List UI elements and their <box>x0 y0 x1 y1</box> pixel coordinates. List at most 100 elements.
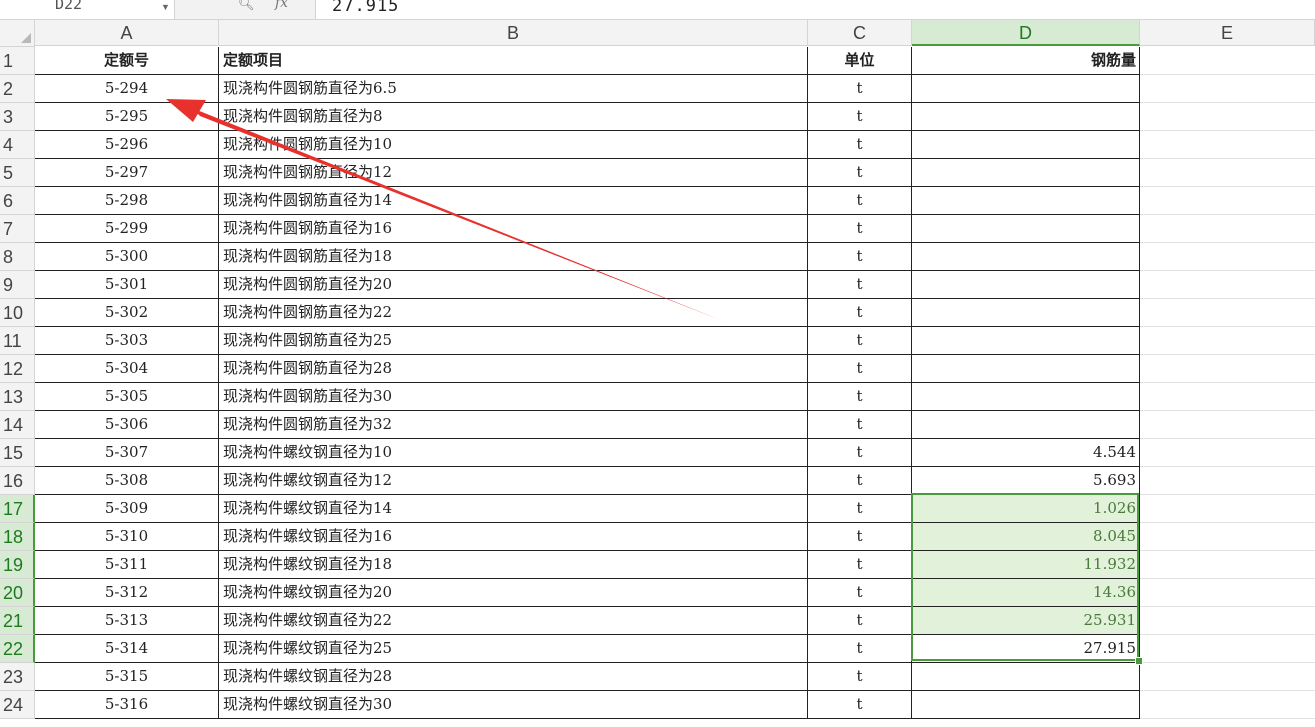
cell-c[interactable]: t <box>808 75 912 103</box>
row-header[interactable]: 16 <box>0 467 35 495</box>
cell-c[interactable]: t <box>808 131 912 159</box>
cell-b[interactable]: 现浇构件圆钢筋直径为28 <box>219 355 808 383</box>
cell-a[interactable]: 5-310 <box>35 523 219 551</box>
row-header[interactable]: 5 <box>0 159 35 187</box>
cell-b[interactable]: 现浇构件圆钢筋直径为20 <box>219 271 808 299</box>
row-header[interactable]: 1 <box>0 47 35 75</box>
cell-e[interactable] <box>1140 243 1315 271</box>
row-header[interactable]: 11 <box>0 327 35 355</box>
cell-c[interactable]: t <box>808 187 912 215</box>
cell-d[interactable]: 27.915 <box>912 635 1140 663</box>
cell-b[interactable]: 现浇构件圆钢筋直径为14 <box>219 187 808 215</box>
row-header[interactable]: 3 <box>0 103 35 131</box>
cell-a[interactable]: 5-306 <box>35 411 219 439</box>
cell-e[interactable] <box>1140 383 1315 411</box>
cell-c[interactable]: t <box>808 383 912 411</box>
cell-a[interactable]: 5-301 <box>35 271 219 299</box>
cell-e[interactable] <box>1140 551 1315 579</box>
cell-e[interactable] <box>1140 691 1315 719</box>
fx-icon[interactable]: fx <box>275 0 288 11</box>
row-header[interactable]: 4 <box>0 131 35 159</box>
row-header[interactable]: 2 <box>0 75 35 103</box>
cell-c[interactable]: t <box>808 551 912 579</box>
row-header[interactable]: 14 <box>0 411 35 439</box>
cell-c[interactable]: t <box>808 271 912 299</box>
cell-a[interactable]: 5-298 <box>35 187 219 215</box>
cell-e[interactable] <box>1140 103 1315 131</box>
cell-b[interactable]: 现浇构件圆钢筋直径为32 <box>219 411 808 439</box>
chevron-down-icon[interactable]: ▼ <box>161 2 170 12</box>
row-header[interactable]: 22 <box>0 635 35 663</box>
cell-e[interactable] <box>1140 607 1315 635</box>
cell-c[interactable]: t <box>808 243 912 271</box>
cell-b[interactable]: 现浇构件螺纹钢直径为25 <box>219 635 808 663</box>
cell-e[interactable] <box>1140 187 1315 215</box>
cell-d[interactable]: 14.36 <box>912 579 1140 607</box>
cell-a[interactable]: 5-308 <box>35 467 219 495</box>
column-header-c[interactable]: C <box>808 20 912 46</box>
cell-d[interactable] <box>912 271 1140 299</box>
cell-b[interactable]: 定额项目 <box>219 47 808 75</box>
cell-d[interactable] <box>912 131 1140 159</box>
cell-e[interactable] <box>1140 159 1315 187</box>
cell-b[interactable]: 现浇构件圆钢筋直径为8 <box>219 103 808 131</box>
cell-c[interactable]: t <box>808 159 912 187</box>
column-header-e[interactable]: E <box>1140 20 1315 46</box>
row-header[interactable]: 15 <box>0 439 35 467</box>
cell-a[interactable]: 5-295 <box>35 103 219 131</box>
cell-e[interactable] <box>1140 467 1315 495</box>
cell-a[interactable]: 5-302 <box>35 299 219 327</box>
row-header[interactable]: 9 <box>0 271 35 299</box>
cell-d[interactable]: 5.693 <box>912 467 1140 495</box>
cell-b[interactable]: 现浇构件螺纹钢直径为28 <box>219 663 808 691</box>
row-header[interactable]: 7 <box>0 215 35 243</box>
select-all-corner[interactable] <box>0 20 35 47</box>
name-box[interactable]: D22 ▼ <box>0 0 175 19</box>
cell-d[interactable] <box>912 75 1140 103</box>
cell-a[interactable]: 5-294 <box>35 75 219 103</box>
cell-b[interactable]: 现浇构件圆钢筋直径为30 <box>219 383 808 411</box>
cell-e[interactable] <box>1140 579 1315 607</box>
cell-b[interactable]: 现浇构件圆钢筋直径为12 <box>219 159 808 187</box>
cell-a[interactable]: 5-312 <box>35 579 219 607</box>
row-header[interactable]: 21 <box>0 607 35 635</box>
cell-e[interactable] <box>1140 47 1315 75</box>
cell-d[interactable]: 4.544 <box>912 439 1140 467</box>
cell-e[interactable] <box>1140 299 1315 327</box>
cell-a[interactable]: 5-316 <box>35 691 219 719</box>
cell-a[interactable]: 5-305 <box>35 383 219 411</box>
cell-e[interactable] <box>1140 635 1315 663</box>
cell-c[interactable]: t <box>808 607 912 635</box>
cell-c[interactable]: t <box>808 439 912 467</box>
cell-b[interactable]: 现浇构件圆钢筋直径为16 <box>219 215 808 243</box>
cell-a[interactable]: 5-297 <box>35 159 219 187</box>
cell-d[interactable] <box>912 187 1140 215</box>
row-header[interactable]: 6 <box>0 187 35 215</box>
magnifier-icon[interactable]: 🔍︎ <box>238 0 255 12</box>
cell-b[interactable]: 现浇构件圆钢筋直径为18 <box>219 243 808 271</box>
cell-a[interactable]: 5-315 <box>35 663 219 691</box>
cell-b[interactable]: 现浇构件螺纹钢直径为12 <box>219 467 808 495</box>
row-header[interactable]: 18 <box>0 523 35 551</box>
cell-e[interactable] <box>1140 131 1315 159</box>
row-header[interactable]: 10 <box>0 299 35 327</box>
cell-b[interactable]: 现浇构件螺纹钢直径为20 <box>219 579 808 607</box>
row-header[interactable]: 12 <box>0 355 35 383</box>
formula-input[interactable]: 27.915 <box>332 0 399 16</box>
cell-c[interactable]: 单位 <box>808 47 912 75</box>
cell-c[interactable]: t <box>808 663 912 691</box>
cell-d[interactable] <box>912 159 1140 187</box>
cell-a[interactable]: 5-299 <box>35 215 219 243</box>
cell-c[interactable]: t <box>808 467 912 495</box>
cell-c[interactable]: t <box>808 691 912 719</box>
cell-e[interactable] <box>1140 523 1315 551</box>
cell-a[interactable]: 5-300 <box>35 243 219 271</box>
cell-e[interactable] <box>1140 439 1315 467</box>
cell-c[interactable]: t <box>808 495 912 523</box>
cell-d[interactable]: 8.045 <box>912 523 1140 551</box>
cell-d[interactable]: 11.932 <box>912 551 1140 579</box>
cell-d[interactable] <box>912 663 1140 691</box>
cell-c[interactable]: t <box>808 579 912 607</box>
cell-b[interactable]: 现浇构件螺纹钢直径为14 <box>219 495 808 523</box>
cell-b[interactable]: 现浇构件螺纹钢直径为30 <box>219 691 808 719</box>
